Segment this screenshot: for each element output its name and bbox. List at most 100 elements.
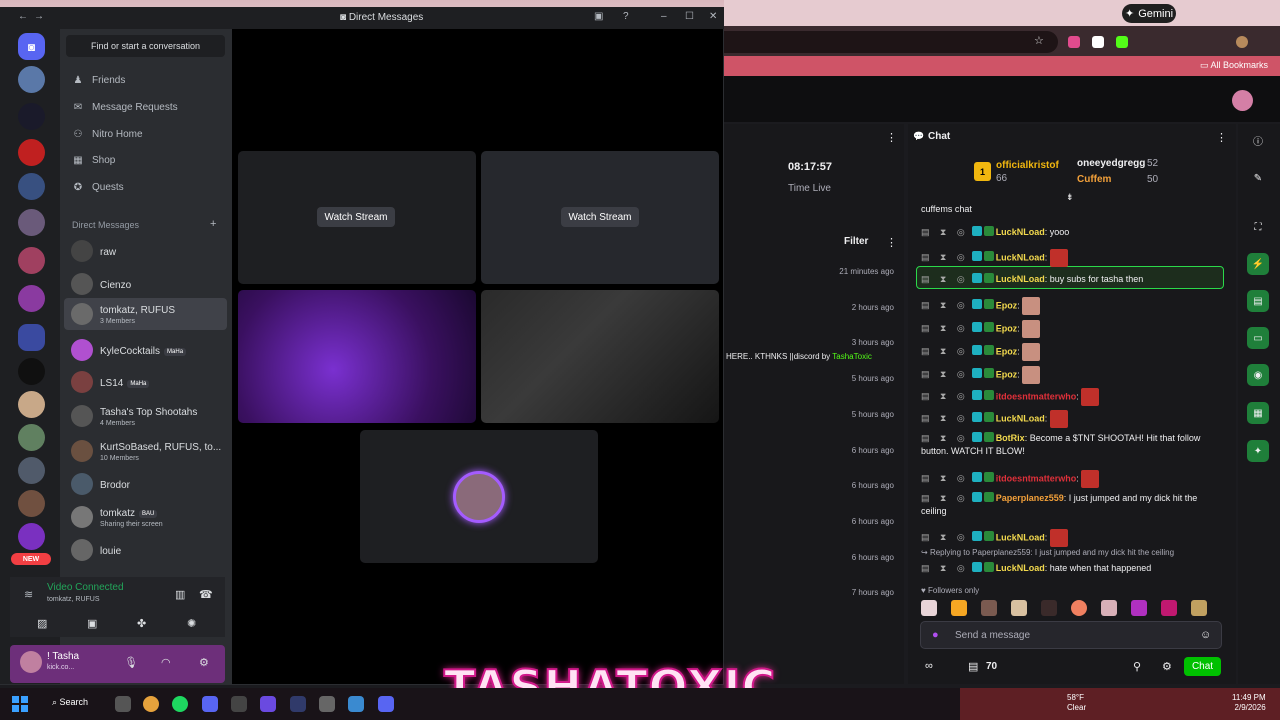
chat-username[interactable]: BotRix — [996, 433, 1025, 443]
inbox-icon[interactable]: ▣ — [594, 11, 603, 22]
back-icon[interactable]: ← — [18, 11, 28, 22]
server-icon[interactable] — [18, 523, 45, 550]
emote-icon[interactable] — [1161, 600, 1177, 616]
chat-username[interactable]: Epoz — [996, 369, 1018, 379]
emote-icon[interactable] — [1101, 600, 1117, 616]
chat-username[interactable]: itdoesntmatterwho — [996, 391, 1077, 401]
folder-icon[interactable] — [18, 324, 45, 351]
mod-actions-icon[interactable]: ▤ ⧗ ◎ — [921, 390, 969, 403]
video-tile[interactable] — [238, 290, 476, 423]
settings-icon[interactable]: ⚙ — [1162, 660, 1172, 673]
search-input[interactable]: Find or start a conversation — [66, 35, 225, 57]
extension-icon[interactable] — [1092, 36, 1104, 48]
emote-icon[interactable] — [951, 600, 967, 616]
add-dm-icon[interactable]: + — [210, 218, 216, 230]
server-icon[interactable] — [18, 457, 45, 484]
mod-actions-icon[interactable]: ▤ ⧗ ◎ — [921, 432, 969, 445]
mod-actions-icon[interactable]: ▤ ⧗ ◎ — [921, 368, 969, 381]
fullscreen-icon[interactable]: ⛶ — [1247, 216, 1269, 238]
chat-username[interactable]: LuckNLoad — [996, 413, 1045, 423]
filter-button[interactable]: Filter — [844, 236, 868, 247]
mod-actions-icon[interactable]: ▤ ⧗ ◎ — [921, 273, 969, 286]
chat-message[interactable]: ▤ ⧗ ◎ Epoz: — [921, 320, 1221, 338]
nav-item-friends[interactable]: ♟ Friends — [72, 75, 126, 86]
chat-send-button[interactable]: Chat — [1184, 657, 1221, 676]
settings-icon[interactable]: ⚙ — [199, 656, 209, 669]
avatar[interactable] — [1232, 90, 1253, 111]
expand-icon[interactable]: ⇟ — [1066, 192, 1074, 203]
mod-actions-icon[interactable]: ▤ ⧗ ◎ — [921, 345, 969, 358]
chat-username[interactable]: LuckNLoad — [996, 252, 1045, 262]
chat-message[interactable]: ▤ ⧗ ◎ LuckNLoad: — [921, 249, 1221, 267]
server-icon[interactable] — [18, 66, 45, 93]
leaderboard-first-name[interactable]: officialkristof — [996, 160, 1059, 171]
mod-actions-icon[interactable]: ▤ ⧗ ◎ — [921, 531, 969, 544]
close-icon[interactable]: ✕ — [709, 11, 717, 22]
server-icon[interactable] — [18, 103, 45, 130]
gift-icon[interactable]: ▤ — [968, 660, 978, 673]
infinity-icon[interactable]: ∞ — [925, 660, 933, 672]
chat-message[interactable]: ▤ ⧗ ◎ itdoesntmatterwho: — [921, 388, 1221, 406]
mic-icon[interactable]: ● — [932, 629, 939, 641]
task-view-icon[interactable] — [115, 696, 131, 712]
start-icon[interactable] — [12, 696, 28, 712]
chat-message[interactable]: ▤ ⧗ ◎ LuckNLoad: — [921, 529, 1221, 547]
disconnect-icon[interactable]: ☎ — [199, 588, 213, 601]
more-options-icon[interactable]: ⋮ — [886, 131, 897, 144]
chat-message[interactable]: ▤ ⧗ ◎ LuckNLoad: buy subs for tasha then — [921, 273, 1221, 286]
headphones-icon[interactable]: ◠ — [161, 656, 171, 669]
more-options-icon[interactable]: ⋮ — [1216, 131, 1227, 144]
chat-message[interactable]: ▤ ⧗ ◎ Epoz: — [921, 343, 1221, 361]
server-icon[interactable] — [18, 139, 45, 166]
chat-message[interactable]: ▤ ⧗ ◎ BotRix: Become a $TNT SHOOTAH! Hit … — [921, 432, 1221, 458]
pin-icon[interactable]: ⚲ — [1133, 660, 1141, 673]
gemini-button[interactable]: ✦ Gemini — [1122, 4, 1176, 23]
avatar[interactable] — [20, 651, 42, 673]
screen-share-icon[interactable]: ▣ — [87, 617, 97, 630]
bookmark-star-icon[interactable]: ☆ — [1034, 34, 1044, 47]
broadcast-icon[interactable]: ◉ — [1247, 364, 1269, 386]
nav-item-mail[interactable]: ✉ Message Requests — [72, 102, 178, 113]
chat-username[interactable]: Epoz — [996, 346, 1018, 356]
chrome-icon[interactable] — [143, 696, 159, 712]
mod-actions-icon[interactable]: ▤ ⧗ ◎ — [921, 322, 969, 335]
clock[interactable]: 11:49 PM 2/9/2026 — [1232, 693, 1266, 713]
more-options-icon[interactable]: ⋮ — [886, 236, 897, 249]
minimize-icon[interactable]: – — [661, 11, 667, 22]
leaderboard-third-name[interactable]: Cuffem — [1077, 174, 1111, 185]
app-icon[interactable] — [319, 696, 335, 712]
edit-icon[interactable]: ✎ — [1247, 167, 1269, 189]
wrench-icon[interactable]: ✦ — [1247, 440, 1269, 462]
chat-username[interactable]: Epoz — [996, 323, 1018, 333]
chat-icon[interactable]: ▭ — [1247, 327, 1269, 349]
chat-message[interactable]: ▤ ⧗ ◎ LuckNLoad: yooo — [921, 226, 1221, 239]
mod-actions-icon[interactable]: ▤ ⧗ ◎ — [921, 226, 969, 239]
weather-widget[interactable]: 58°F Clear — [1067, 693, 1086, 713]
chat-message[interactable]: ▤ ⧗ ◎ LuckNLoad: hate when that happened — [921, 562, 1221, 575]
forward-icon[interactable]: → — [34, 11, 44, 22]
server-icon[interactable] — [18, 490, 45, 517]
direct-messages-home-icon[interactable]: ◙ — [18, 33, 45, 60]
chat-username[interactable]: Paperplanez559 — [996, 493, 1064, 503]
extension-icon[interactable] — [1068, 36, 1080, 48]
chat-username[interactable]: LuckNLoad — [996, 563, 1045, 573]
mod-actions-icon[interactable]: ▤ ⧗ ◎ — [921, 251, 969, 264]
mod-actions-icon[interactable]: ▤ ⧗ ◎ — [921, 472, 969, 485]
activities-icon[interactable]: ✤ — [137, 617, 146, 630]
emote-icon[interactable] — [1011, 600, 1027, 616]
lightning-icon[interactable]: ⚡ — [1247, 253, 1269, 275]
emoji-icon[interactable]: ☺ — [1200, 629, 1211, 641]
server-icon[interactable] — [18, 391, 45, 418]
emote-icon[interactable] — [1191, 600, 1207, 616]
watch-stream-button[interactable]: Watch Stream — [317, 207, 395, 227]
taskbar-search[interactable]: ⌕ Search — [52, 697, 88, 708]
chat-username[interactable]: itdoesntmatterwho — [996, 473, 1077, 483]
help-icon[interactable]: ? — [623, 11, 629, 22]
soundboard-icon[interactable]: ✺ — [187, 617, 196, 630]
notepad-icon[interactable] — [348, 696, 364, 712]
nav-item-shop[interactable]: ▦ Shop — [72, 155, 115, 166]
nav-item-nitro[interactable]: ⚇ Nitro Home — [72, 129, 143, 140]
app-icon[interactable] — [260, 696, 276, 712]
chat-username[interactable]: Epoz — [996, 300, 1018, 310]
nav-item-quests[interactable]: ✪ Quests — [72, 182, 124, 193]
